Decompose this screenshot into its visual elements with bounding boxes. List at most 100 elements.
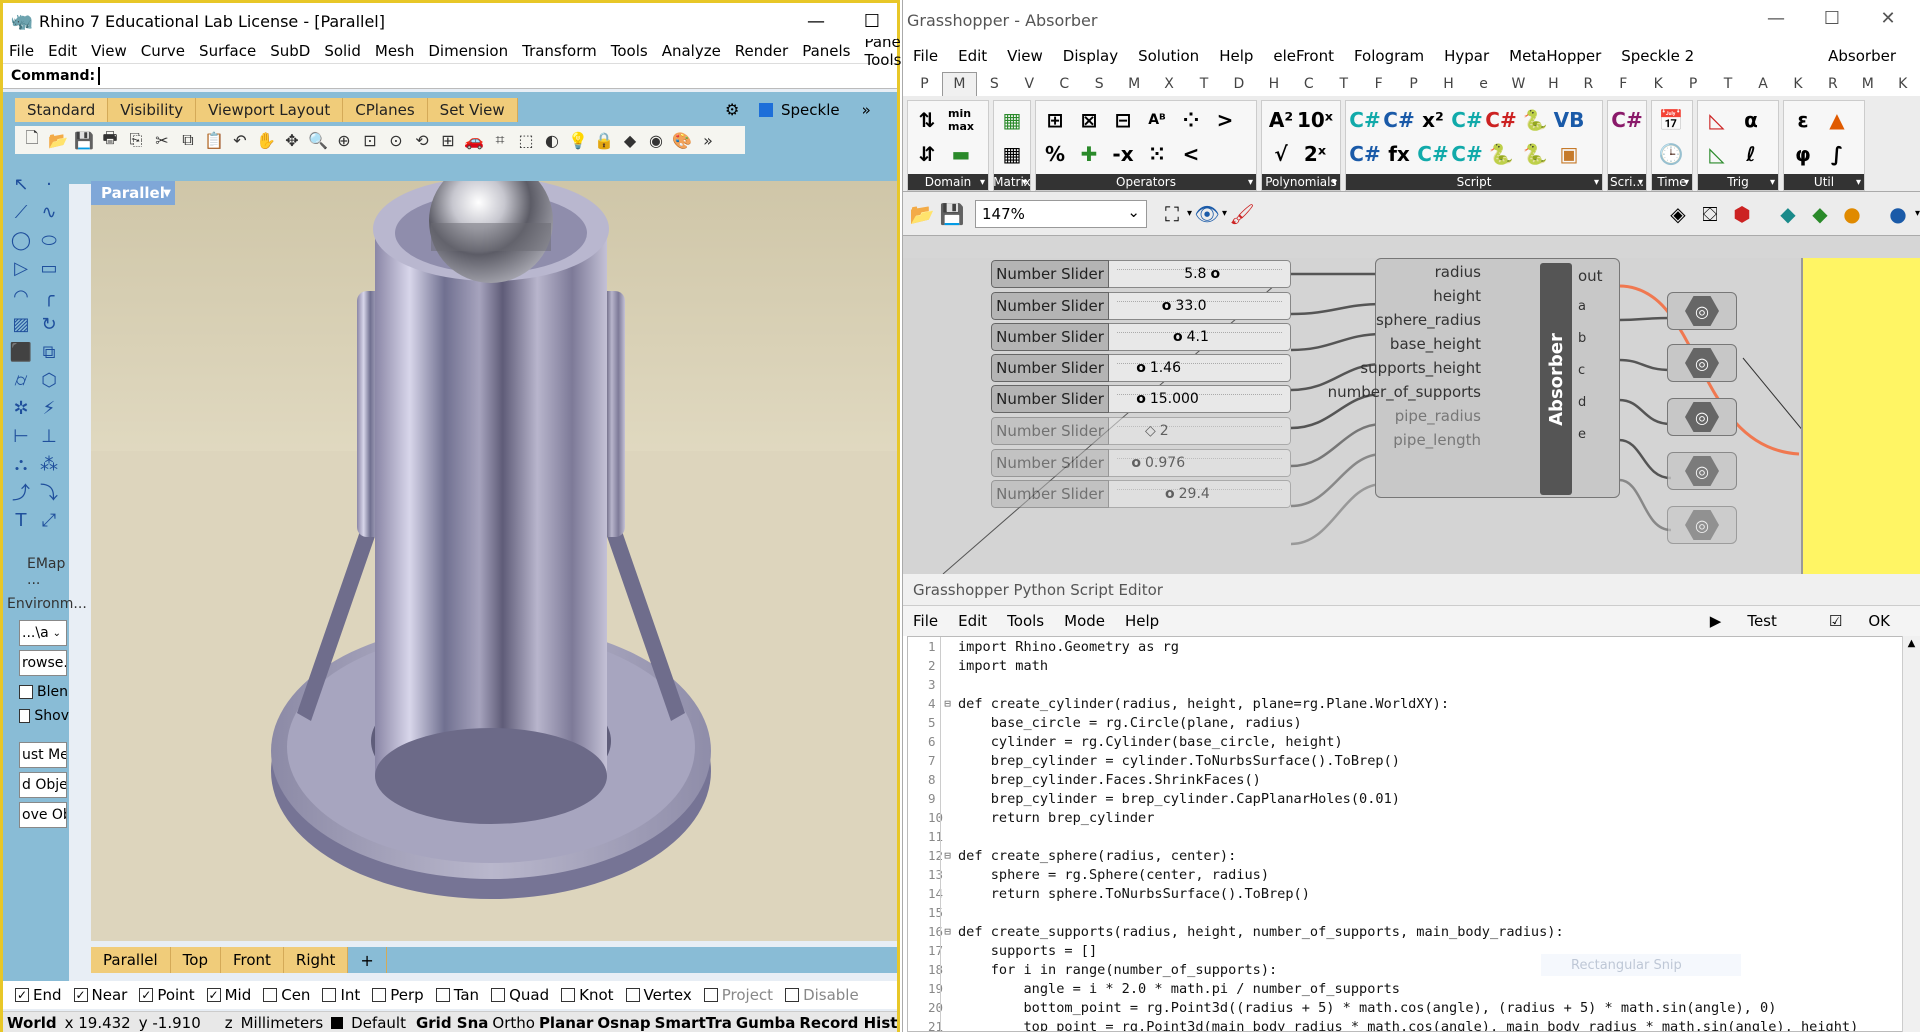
expression-icon[interactable]: x² — [1416, 103, 1450, 137]
gh-tab-3[interactable]: V — [1012, 76, 1047, 92]
inverse-trig-icon[interactable]: ℓ — [1734, 137, 1768, 171]
zoom-extents-icon[interactable]: ⛶ — [1157, 199, 1187, 229]
gh-menu-metahopper[interactable]: MetaHopper — [1499, 47, 1611, 65]
editor-scrollbar[interactable]: ▲ — [1902, 636, 1920, 1032]
vb-icon[interactable]: VB — [1552, 103, 1586, 137]
scroll-up-icon[interactable]: ▲ — [1903, 636, 1920, 649]
slider-track[interactable]: o 33.0 — [1109, 292, 1291, 320]
square-icon[interactable]: A² — [1264, 103, 1298, 137]
geometry-param[interactable]: ◎ — [1667, 292, 1737, 330]
smooth-icon[interactable]: ∫ — [1820, 137, 1854, 171]
chevron-right-icon[interactable]: » — [862, 101, 871, 119]
move-icon[interactable]: ✥ — [279, 129, 305, 151]
component-output-c[interactable]: c — [1578, 363, 1585, 378]
peak-icon[interactable]: ▲ — [1820, 103, 1854, 137]
lightning-icon[interactable]: ⚡ — [35, 395, 63, 421]
gh-tab-24[interactable]: A — [1746, 76, 1781, 92]
menu-dimension[interactable]: Dimension — [422, 42, 516, 60]
test-button[interactable]: ▶ Test — [1690, 612, 1797, 630]
fold-marker[interactable]: ⊟ — [940, 922, 954, 941]
number-slider[interactable]: Number Slider o 15.000 — [991, 385, 1291, 413]
slider-knob-icon[interactable]: o — [1162, 298, 1172, 314]
subtract-icon[interactable]: ⊟ — [1106, 103, 1140, 137]
min-max-icon[interactable]: min max — [944, 103, 978, 137]
render-sphere-icon[interactable]: ◉ — [643, 129, 669, 151]
code-line[interactable]: 8 brep_cylinder.Faces.ShrinkFaces() — [908, 770, 1906, 789]
solver-icon[interactable]: ● — [1883, 199, 1913, 229]
zoom-extents-icon[interactable]: ⊡ — [357, 129, 383, 151]
osnap-near[interactable]: ✓ Near — [73, 986, 127, 1004]
boolean-icon[interactable]: ⧉ — [35, 339, 63, 365]
slider-knob-icon[interactable]: ◇ — [1145, 423, 1156, 439]
lightbulb-icon[interactable]: 💡 — [565, 129, 591, 151]
menu-panels[interactable]: Panels — [796, 42, 858, 60]
menu-transform[interactable]: Transform — [516, 42, 605, 60]
code-editor[interactable]: 1 import Rhino.Geometry as rg 2 import math… — [907, 636, 1907, 1032]
phi-icon[interactable]: φ — [1786, 137, 1820, 171]
gh-menu-help[interactable]: Help — [1209, 47, 1263, 65]
output-panel[interactable] — [1801, 258, 1920, 574]
gh-tab-19[interactable]: R — [1571, 76, 1606, 92]
component-input-supports-height[interactable]: supports_height — [1360, 359, 1481, 377]
gh-menu-file[interactable]: File — [903, 47, 948, 65]
greater-icon[interactable]: > — [1208, 103, 1242, 137]
gh-menu-view[interactable]: View — [997, 47, 1053, 65]
circle-icon[interactable]: ◯ — [7, 227, 35, 253]
parallel-viewport[interactable]: Parallel ▼ — [91, 181, 897, 941]
command-line[interactable]: Command: — [3, 63, 897, 89]
gh-menu-display[interactable]: Display — [1053, 47, 1128, 65]
status-mode-3[interactable]: Osnap — [595, 1014, 652, 1032]
gh-menu-fologram[interactable]: Fologram — [1344, 47, 1434, 65]
slider-knob-icon[interactable]: o — [1131, 455, 1141, 471]
gh-tab-12[interactable]: T — [1326, 76, 1361, 92]
gh-tab-15[interactable]: H — [1431, 76, 1466, 92]
toolbar-tab-standard[interactable]: Standard — [15, 98, 109, 122]
save-icon[interactable]: 💾 — [937, 199, 967, 229]
gh-tab-11[interactable]: C — [1291, 76, 1326, 92]
gh-tab-0[interactable]: P — [907, 76, 942, 92]
rectangle-icon[interactable]: ▭ — [35, 255, 63, 281]
code-line[interactable]: 11 — [908, 827, 1906, 846]
open-icon[interactable]: 📂 — [907, 199, 937, 229]
browse-button[interactable]: rowse. — [19, 650, 67, 676]
number-slider[interactable]: Number Slider 5.8 o — [991, 260, 1291, 288]
menu-analyze[interactable]: Analyze — [656, 42, 729, 60]
gh-tab-2[interactable]: S — [977, 76, 1012, 92]
code-line[interactable]: 7 brep_cylinder = cylinder.ToNurbsSurfac… — [908, 751, 1906, 770]
log-icon[interactable]: 10ˣ — [1297, 103, 1333, 137]
zoom-dropdown[interactable]: 147% — [975, 199, 1147, 228]
gh-tab-5[interactable]: S — [1082, 76, 1117, 92]
polyline-icon[interactable]: ⟋ — [7, 199, 35, 225]
slider-track[interactable]: 5.8 o — [1109, 260, 1291, 288]
leader-icon[interactable]: ⤢ — [35, 507, 63, 533]
rotate-view-icon[interactable]: ⟲ — [409, 129, 435, 151]
trim-icon[interactable]: ⤴ — [7, 479, 35, 505]
osnap-end[interactable]: ✓ End — [15, 986, 62, 1004]
lock-icon[interactable]: 🔒 — [591, 129, 617, 151]
component-output-b[interactable]: b — [1578, 331, 1586, 346]
dots-icon[interactable]: ⁘ — [1174, 103, 1208, 137]
surface-icon[interactable]: ▨ — [7, 311, 35, 337]
blend-checkbox[interactable]: Blen — [3, 680, 69, 704]
python-icon[interactable]: 🐍 — [1518, 137, 1552, 171]
gh-tab-26[interactable]: R — [1815, 76, 1850, 92]
csharp-icon[interactable]: C# — [1382, 103, 1416, 137]
remove-object-button[interactable]: ove Ob — [19, 802, 67, 828]
maximize-icon[interactable]: ☐ — [849, 3, 895, 39]
toolbar-tab-visibility[interactable]: Visibility — [108, 98, 197, 122]
gh-tab-8[interactable]: T — [1187, 76, 1222, 92]
power-icon[interactable]: Aᴮ — [1140, 103, 1174, 137]
slider-track[interactable]: o 29.4 — [1109, 480, 1291, 508]
remap-icon[interactable]: ▬ — [944, 137, 978, 171]
gh-menu-edit[interactable]: Edit — [948, 47, 997, 65]
calendar-icon[interactable]: 📅 — [1654, 103, 1688, 137]
mass-add-icon[interactable]: ✚ — [1072, 137, 1106, 171]
four-view-icon[interactable]: ⊞ — [435, 129, 461, 151]
editor-menu-mode[interactable]: Mode — [1054, 612, 1115, 630]
component-input-height[interactable]: height — [1433, 287, 1481, 305]
osnap-tan[interactable]: Tan — [435, 986, 479, 1004]
code-line[interactable]: 15 — [908, 903, 1906, 922]
editor-menu-file[interactable]: File — [903, 612, 948, 630]
pan-hand-icon[interactable]: ✋ — [253, 129, 279, 151]
slider-knob-icon[interactable]: o — [1136, 360, 1146, 376]
